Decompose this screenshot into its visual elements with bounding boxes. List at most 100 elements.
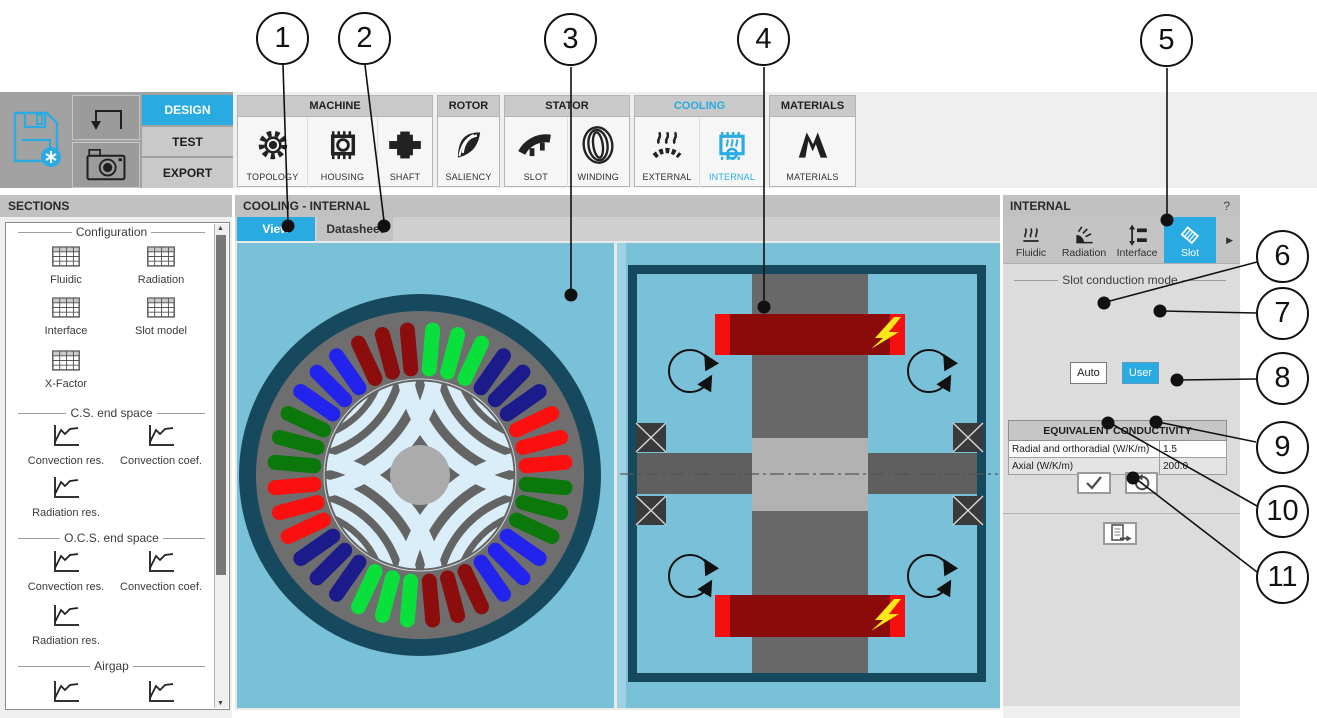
section-group-cs-end-space: C.S. end space xyxy=(14,406,209,420)
internal-panel-content: Slot conduction mode Auto User EQUIVALEN… xyxy=(1003,263,1240,706)
internal-tab-interface[interactable]: Interface xyxy=(1111,217,1163,263)
external-cooling-icon xyxy=(647,117,687,172)
export-results-button[interactable] xyxy=(1103,522,1137,545)
curve-chart-icon xyxy=(54,681,79,702)
internal-cooling-icon xyxy=(712,117,752,172)
section-item-slot-model[interactable]: Slot model xyxy=(106,294,216,337)
tab-datasheet[interactable]: Datasheet xyxy=(317,217,393,241)
stator-slot-icon xyxy=(516,117,556,172)
toolbar-item-housing[interactable]: HOUSING xyxy=(308,117,378,187)
housing-icon xyxy=(323,117,363,172)
design-mode-button[interactable]: DESIGN xyxy=(142,95,233,125)
section-item-radiation[interactable]: Radiation xyxy=(106,243,216,286)
section-item-fluidic[interactable]: Fluidic xyxy=(11,243,121,286)
saliency-icon xyxy=(449,117,489,172)
undo-arrow-button[interactable] xyxy=(72,95,140,140)
topology-gear-icon xyxy=(253,117,293,172)
axial-conductivity-value[interactable]: 200.0 xyxy=(1159,457,1227,475)
toolbar-group-rotor: ROTOR SALIENCY xyxy=(437,95,500,187)
toolbar-file-block: DESIGN TEST EXPORT xyxy=(0,92,233,188)
curve-chart-icon xyxy=(54,551,79,572)
section-item-airgap-2[interactable] xyxy=(106,677,216,707)
return-arrow-icon xyxy=(91,109,122,130)
callout-2: 2 xyxy=(338,12,391,65)
toolbar-item-materials[interactable]: MATERIALS xyxy=(770,117,855,187)
mode-auto-button[interactable]: Auto xyxy=(1070,362,1107,384)
section-item-ocs-radiation-res[interactable]: Radiation res. xyxy=(11,601,121,647)
toolbar-item-saliency[interactable]: SALIENCY xyxy=(438,117,499,187)
camera-icon xyxy=(86,149,126,181)
view-area xyxy=(235,241,1000,710)
internal-properties-panel: INTERNAL ? Fluidic Radiation Interface S… xyxy=(1003,195,1240,718)
main-panel-title: COOLING - INTERNAL xyxy=(235,195,1000,217)
callout-9: 9 xyxy=(1256,421,1309,474)
equivalent-conductivity-table: EQUIVALENT CONDUCTIVITY Radial and ortho… xyxy=(1008,420,1227,475)
group-title-stator: STATOR xyxy=(505,96,629,117)
toolbar-item-shaft[interactable]: SHAFT xyxy=(378,117,432,187)
group-title-rotor: ROTOR xyxy=(438,96,499,117)
export-document-icon xyxy=(1110,524,1131,542)
fluidic-icon xyxy=(1023,228,1039,242)
reset-button[interactable] xyxy=(1125,472,1158,494)
scroll-up-icon[interactable]: ▲ xyxy=(217,225,224,232)
radial-view-panel xyxy=(237,243,614,708)
radial-conductivity-value[interactable]: 1.5 xyxy=(1159,440,1227,458)
test-mode-button[interactable]: TEST xyxy=(142,127,233,156)
section-item-x-factor[interactable]: X-Factor xyxy=(11,347,121,390)
internal-tab-radiation[interactable]: Radiation xyxy=(1058,217,1110,263)
internal-tab-fluidic[interactable]: Fluidic xyxy=(1005,217,1057,263)
tab-view[interactable]: View xyxy=(237,217,315,241)
section-item-ocs-convection-res[interactable]: Convection res. xyxy=(11,547,121,593)
tab-overflow-arrow-icon[interactable]: ▶ xyxy=(1226,235,1233,246)
sections-panel: Configuration Fluidic Radiation Interfac… xyxy=(0,217,232,718)
table-title: EQUIVALENT CONDUCTIVITY xyxy=(1008,420,1227,441)
curve-chart-icon xyxy=(54,425,79,446)
scrollbar-thumb[interactable] xyxy=(216,235,226,575)
motor-axial-section xyxy=(617,243,998,708)
internal-help-button[interactable]: ? xyxy=(1223,195,1230,217)
internal-panel-title: INTERNAL ? xyxy=(1003,195,1240,217)
table-icon xyxy=(52,297,80,318)
toolbar-item-internal[interactable]: INTERNAL xyxy=(700,117,764,187)
top-toolbar: DESIGN TEST EXPORT MACHINE TOPOLOGY HOUS… xyxy=(0,92,1317,256)
callout-8: 8 xyxy=(1256,352,1309,405)
toolbar-item-slot[interactable]: SLOT xyxy=(505,117,568,187)
section-item-ocs-convection-coef[interactable]: Convection coef. xyxy=(106,547,216,593)
export-mode-button[interactable]: EXPORT xyxy=(142,158,233,188)
toolbar-item-topology[interactable]: TOPOLOGY xyxy=(238,117,308,187)
internal-tab-slot[interactable]: Slot xyxy=(1164,217,1216,263)
group-title-materials: MATERIALS xyxy=(770,96,855,117)
toolbar-group-stator: STATOR SLOT WINDING xyxy=(504,95,630,187)
callout-1: 1 xyxy=(256,12,309,65)
section-item-interface[interactable]: Interface xyxy=(11,294,121,337)
toolbar-item-winding[interactable]: WINDING xyxy=(568,117,630,187)
group-title-cooling: COOLING xyxy=(635,96,764,117)
interface-icon xyxy=(1129,224,1147,246)
sections-scrollbar[interactable]: ▲ ▼ xyxy=(214,224,228,708)
screenshot-button[interactable] xyxy=(72,142,140,188)
callout-11: 11 xyxy=(1256,551,1309,604)
apply-button[interactable] xyxy=(1077,472,1111,494)
sections-panel-title: SECTIONS xyxy=(0,195,232,217)
callout-10: 10 xyxy=(1256,485,1309,538)
sections-list: Configuration Fluidic Radiation Interfac… xyxy=(5,222,230,710)
radiation-icon xyxy=(1076,226,1093,244)
save-icon[interactable] xyxy=(8,106,64,172)
scroll-down-icon[interactable]: ▼ xyxy=(217,700,224,707)
app-window: { "callouts": {"labels": ["1","2","3","4… xyxy=(0,0,1317,718)
section-item-cs-radiation-res[interactable]: Radiation res. xyxy=(11,473,121,519)
toolbar-group-machine: MACHINE TOPOLOGY HOUSING SHAFT xyxy=(237,95,433,187)
table-icon xyxy=(52,246,80,267)
mode-user-button[interactable]: User xyxy=(1122,362,1159,384)
section-item-airgap-1[interactable] xyxy=(11,677,121,707)
table-header-row: EQUIVALENT CONDUCTIVITY xyxy=(1008,420,1227,441)
section-item-cs-convection-res[interactable]: Convection res. xyxy=(11,421,121,467)
callout-6: 6 xyxy=(1256,230,1309,283)
curve-chart-icon xyxy=(54,477,79,498)
table-icon xyxy=(147,297,175,318)
section-item-cs-convection-coef[interactable]: Convection coef. xyxy=(106,421,216,467)
check-icon xyxy=(1086,476,1102,490)
curve-chart-icon xyxy=(149,681,174,702)
curve-chart-icon xyxy=(149,551,174,572)
toolbar-item-external[interactable]: EXTERNAL xyxy=(635,117,700,187)
